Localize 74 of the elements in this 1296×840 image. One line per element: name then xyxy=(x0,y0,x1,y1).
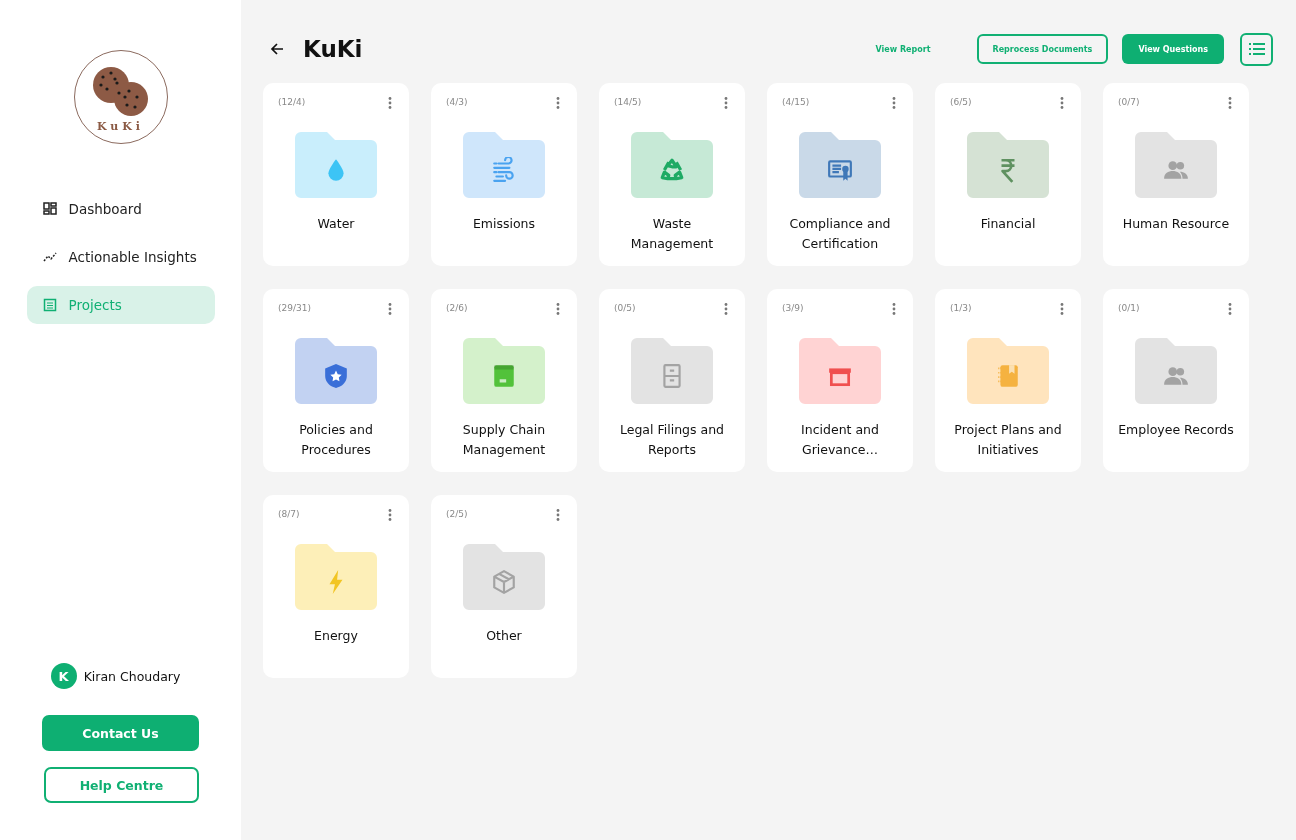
folder-name: Other xyxy=(485,627,523,645)
file-count: (3/9) xyxy=(782,303,804,313)
table-icon xyxy=(42,298,57,312)
folder-card[interactable]: (4/15) Compliance and Certification xyxy=(767,83,913,266)
file-count: (8/7) xyxy=(278,509,300,519)
folder-name: Incident and Grievance… xyxy=(800,421,880,459)
folder-name: Policies and Procedures xyxy=(298,421,374,459)
file-count: (4/15) xyxy=(782,97,810,107)
folder-card[interactable]: (0/5) Legal Filings and Reports xyxy=(599,289,745,472)
folder-name: Legal Filings and Reports xyxy=(618,421,725,459)
folder-card[interactable]: (2/5) Other xyxy=(431,495,577,678)
more-options-icon[interactable] xyxy=(556,303,560,315)
file-count: (29/31) xyxy=(278,303,311,313)
folder-card[interactable]: (3/9) Incident and Grievance… xyxy=(767,289,913,472)
folder-name: Financial xyxy=(979,215,1037,233)
file-count: (0/7) xyxy=(1118,97,1140,107)
file-count: (1/3) xyxy=(950,303,972,313)
folder-name: Emissions xyxy=(471,215,537,233)
page-title: KuKi xyxy=(303,36,364,62)
more-options-icon[interactable] xyxy=(724,303,728,315)
sidebar-item[interactable]: Actionable Insights xyxy=(26,238,215,276)
more-options-icon[interactable] xyxy=(1060,303,1064,315)
folder-name: Supply Chain Management xyxy=(461,421,547,459)
file-count: (2/6) xyxy=(446,303,468,313)
more-options-icon[interactable] xyxy=(724,97,728,109)
file-count: (12/4) xyxy=(278,97,306,107)
more-options-icon[interactable] xyxy=(556,97,560,109)
folder-name: Project Plans and Initiatives xyxy=(953,421,1063,459)
back-arrow-icon[interactable] xyxy=(269,41,285,57)
file-count: (6/5) xyxy=(950,97,972,107)
folder-name: Waste Management xyxy=(629,215,715,253)
shield-star-icon xyxy=(323,363,349,390)
notebook-icon xyxy=(995,363,1021,390)
more-options-icon[interactable] xyxy=(556,509,560,521)
file-count: (2/5) xyxy=(446,509,468,519)
more-options-icon[interactable] xyxy=(1228,97,1232,109)
user-avatar: K xyxy=(50,663,77,689)
more-options-icon[interactable] xyxy=(892,303,896,315)
folder-card[interactable]: (29/31) Policies and Procedures xyxy=(263,289,409,472)
folder-name: Energy xyxy=(313,627,359,645)
folder-card[interactable]: (0/7) Human Resource xyxy=(1103,83,1249,266)
cube-icon xyxy=(491,569,517,596)
folder-card[interactable]: (12/4) Water xyxy=(263,83,409,266)
list-icon xyxy=(1248,42,1265,56)
more-options-icon[interactable] xyxy=(388,303,392,315)
more-options-icon[interactable] xyxy=(388,97,392,109)
file-count: (4/3) xyxy=(446,97,468,107)
folder-card[interactable]: (14/5) Waste Management xyxy=(599,83,745,266)
more-options-icon[interactable] xyxy=(388,509,392,521)
dashboard-icon xyxy=(42,202,57,216)
sidebar-item[interactable]: Dashboard xyxy=(26,190,215,228)
folder-name: Employee Records xyxy=(1117,421,1235,439)
logo: KuKi xyxy=(73,50,168,144)
wind-icon xyxy=(491,157,517,184)
file-count: (0/5) xyxy=(614,303,636,313)
more-options-icon[interactable] xyxy=(1060,97,1064,109)
folder-card[interactable]: (2/6) Supply Chain Management xyxy=(431,289,577,472)
folder-name: Compliance and Certification xyxy=(788,215,892,253)
more-options-icon[interactable] xyxy=(1228,303,1232,315)
folder-name: Human Resource xyxy=(1121,215,1231,233)
file-count: (14/5) xyxy=(614,97,642,107)
folder-card[interactable]: (4/3) Emissions xyxy=(431,83,577,266)
box-icon xyxy=(491,363,517,390)
list-view-button[interactable] xyxy=(1240,32,1273,66)
folder-card[interactable]: (8/7) Energy xyxy=(263,495,409,678)
file-count: (0/1) xyxy=(1118,303,1140,313)
folder-card[interactable]: (1/3) Project Plans and Initiatives xyxy=(935,289,1081,472)
user-name: Kiran Choudary xyxy=(83,668,181,684)
trend-icon xyxy=(42,250,57,264)
certificate-icon xyxy=(827,157,853,184)
more-options-icon[interactable] xyxy=(892,97,896,109)
folder-card[interactable]: (0/1) Employee Records xyxy=(1103,289,1249,472)
folder-name: Water xyxy=(316,215,356,233)
folder-card[interactable]: (6/5) Financial xyxy=(935,83,1081,266)
